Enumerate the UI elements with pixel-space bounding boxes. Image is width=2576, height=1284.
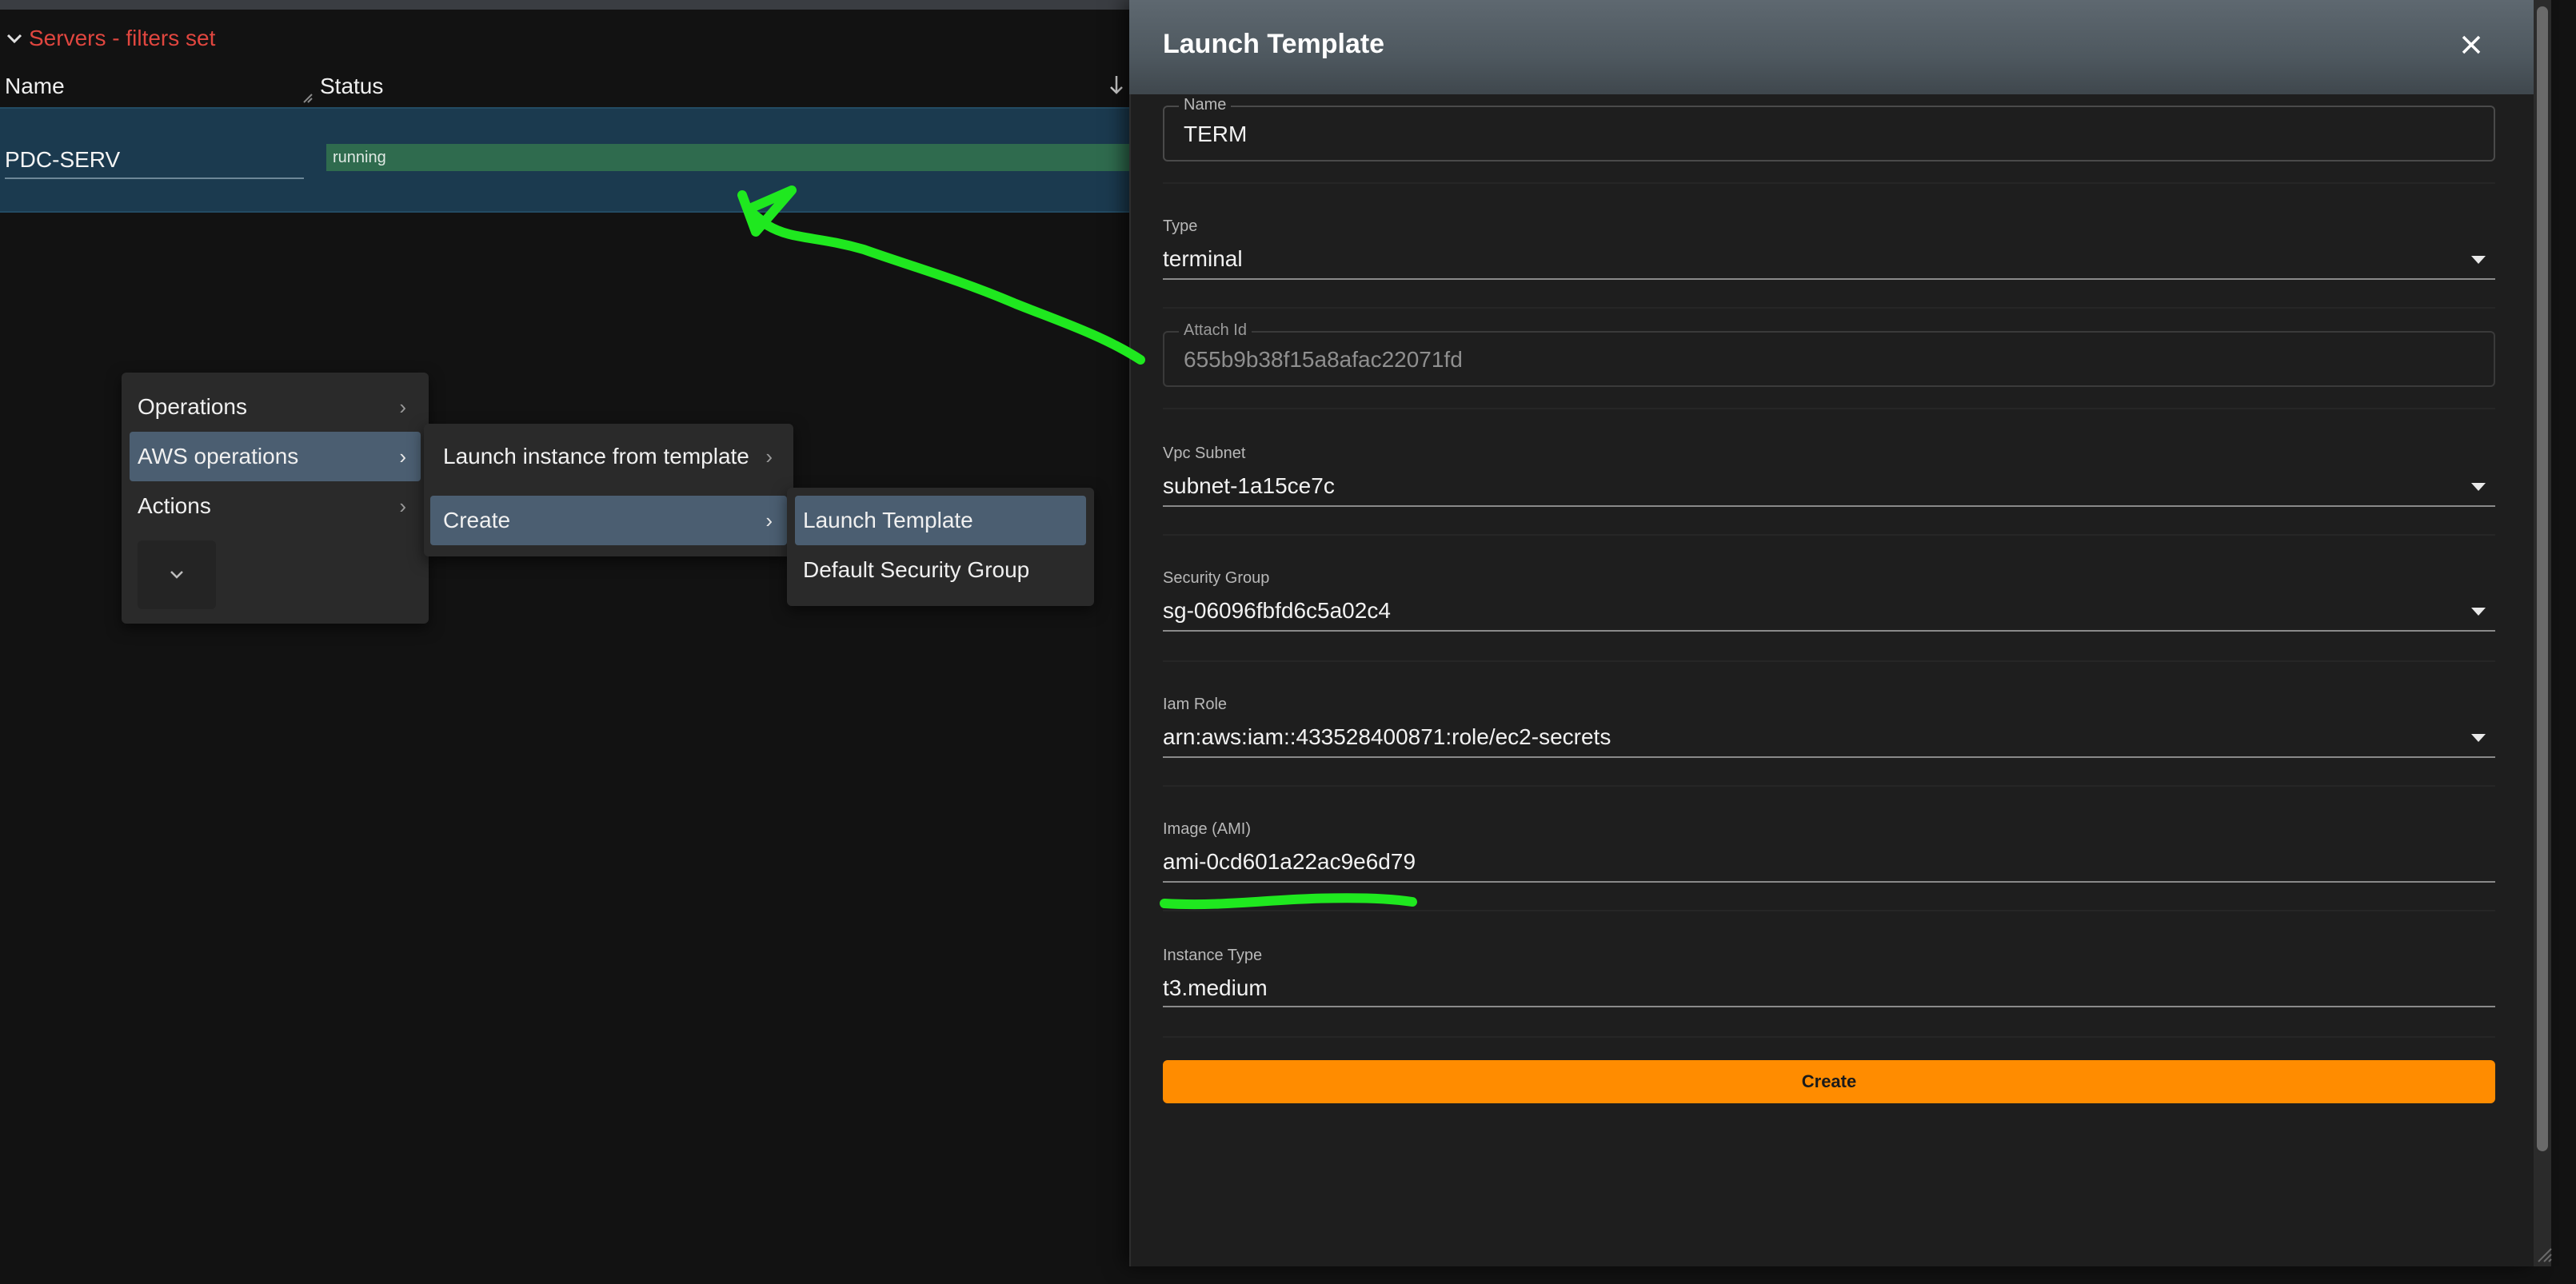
menu-item-create[interactable]: Create ›: [430, 496, 787, 545]
menu-item-default-security-group[interactable]: Default Security Group: [795, 545, 1086, 595]
top-strip: [0, 0, 1129, 10]
chevron-down-icon: [170, 571, 183, 579]
dropdown-arrow-icon[interactable]: [2471, 256, 2486, 264]
dropdown-arrow-icon[interactable]: [2471, 734, 2486, 742]
vpc-subnet-label: Vpc Subnet: [1163, 445, 1246, 462]
type-underline: [1163, 278, 2495, 280]
aws-operations-submenu: Launch instance from template › Create ›: [424, 424, 793, 556]
menu-item-label: Create: [443, 508, 511, 532]
attach-id-field-label: Attach Id: [1179, 321, 1252, 340]
instance-type-input[interactable]: t3.medium: [1163, 975, 1268, 1001]
attach-id-field: Attach Id 655b9b38f15a8afac22071fd: [1163, 321, 2495, 387]
close-icon[interactable]: [2455, 29, 2487, 61]
dropdown-arrow-icon[interactable]: [2471, 608, 2486, 616]
security-group-select[interactable]: sg-06096fbfd6c5a02c4: [1163, 598, 1391, 624]
status-badge: running: [326, 144, 1129, 171]
chevron-right-icon: ›: [399, 493, 406, 518]
image-ami-label: Image (AMI): [1163, 820, 1252, 838]
name-field[interactable]: Name TERM: [1163, 96, 2495, 161]
image-ami-underline: [1163, 881, 2495, 883]
chevron-right-icon: ›: [765, 444, 773, 469]
security-group-underline: [1163, 630, 2495, 632]
iam-role-label: Iam Role: [1163, 696, 1228, 713]
divider: [1163, 660, 2495, 662]
dialog-scrollbar-thumb[interactable]: [2537, 6, 2548, 1151]
grid-group-title: Servers - filters set: [29, 26, 216, 50]
iam-role-select[interactable]: arn:aws:iam::433528400871:role/ec2-secre…: [1163, 724, 1611, 750]
sort-down-icon[interactable]: [1107, 74, 1126, 96]
divider: [1163, 910, 2495, 911]
divider: [1163, 1036, 2495, 1038]
menu-item-launch-instance-from-template[interactable]: Launch instance from template ›: [430, 432, 787, 481]
type-field-label: Type: [1163, 217, 1198, 235]
annotation-arrow: [737, 185, 1145, 365]
column-header-status-label: Status: [320, 74, 384, 98]
type-select[interactable]: terminal: [1163, 246, 1243, 272]
resize-grip-icon[interactable]: [2534, 1244, 2553, 1263]
menu-item-actions[interactable]: Actions ›: [130, 481, 421, 531]
menu-item-aws-operations[interactable]: AWS operations ›: [130, 432, 421, 481]
chevron-right-icon: ›: [765, 508, 773, 532]
column-resize-icon[interactable]: [302, 93, 314, 104]
menu-item-label: Operations: [138, 394, 247, 419]
divider: [1163, 408, 2495, 409]
name-field-value: TERM: [1184, 122, 1248, 146]
menu-item-label: Default Security Group: [803, 557, 1030, 582]
dropdown-arrow-icon[interactable]: [2471, 483, 2486, 491]
instance-type-label: Instance Type: [1163, 947, 1263, 964]
menu-item-label: Launch Template: [803, 508, 973, 532]
menu-item-operations[interactable]: Operations ›: [130, 382, 421, 432]
create-submenu: Launch Template Default Security Group: [787, 488, 1094, 606]
iam-role-underline: [1163, 756, 2495, 758]
more-options-button[interactable]: [138, 540, 216, 609]
divider: [1163, 534, 2495, 536]
divider: [1163, 182, 2495, 184]
name-field-label: Name: [1179, 96, 1232, 114]
divider: [1163, 785, 2495, 787]
vpc-subnet-underline: [1163, 505, 2495, 507]
image-ami-input[interactable]: ami-0cd601a22ac9e6d79: [1163, 849, 1416, 875]
grid-group-header[interactable]: Servers - filters set: [0, 22, 215, 54]
menu-item-label: AWS operations: [138, 444, 299, 469]
divider: [1163, 307, 2495, 309]
attach-id-field-value: 655b9b38f15a8afac22071fd: [1184, 347, 1463, 372]
chevron-right-icon: ›: [399, 444, 406, 469]
menu-item-label: Actions: [138, 493, 211, 518]
chevron-down-icon[interactable]: [0, 33, 29, 44]
server-name-cell[interactable]: PDC-SERV: [5, 142, 304, 179]
instance-type-underline: [1163, 1006, 2495, 1007]
menu-item-label: Launch instance from template: [443, 444, 749, 469]
column-header-name-label: Name: [5, 74, 65, 98]
security-group-label: Security Group: [1163, 569, 1270, 587]
chevron-right-icon: ›: [399, 394, 406, 419]
vpc-subnet-select[interactable]: subnet-1a15ce7c: [1163, 473, 1335, 499]
menu-item-launch-template[interactable]: Launch Template: [795, 496, 1086, 545]
create-button[interactable]: Create: [1163, 1060, 2495, 1103]
dialog-title: Launch Template: [1163, 29, 1385, 59]
column-header-name[interactable]: Name: [5, 69, 309, 104]
column-header-status[interactable]: Status: [320, 69, 1120, 104]
